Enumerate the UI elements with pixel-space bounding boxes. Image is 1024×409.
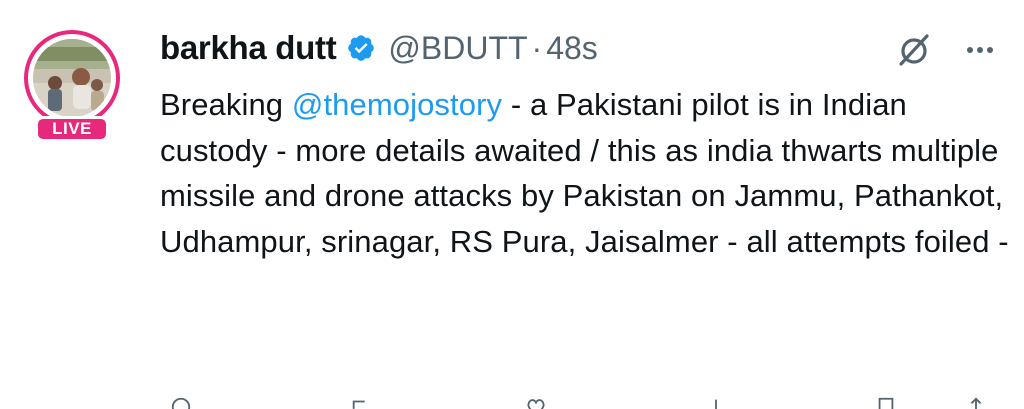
mention-link[interactable]: @themojostory [292, 87, 502, 122]
repost-icon[interactable] [350, 396, 372, 409]
tweet-header: barkha dutt @BDUTT · 48s [160, 26, 598, 70]
reply-icon[interactable] [170, 396, 192, 409]
views-icon[interactable] [705, 396, 727, 409]
timestamp[interactable]: 48s [546, 30, 598, 67]
action-bar [160, 396, 1010, 409]
tweet-card[interactable]: LIVE barkha dutt @BDUTT · 48s Breaking @… [0, 0, 1024, 409]
avatar-live[interactable]: LIVE [24, 30, 126, 142]
more-options-icon[interactable] [960, 30, 1000, 70]
avatar[interactable] [33, 39, 111, 117]
avatar-photo [33, 39, 111, 117]
display-name[interactable]: barkha dutt [160, 29, 337, 67]
like-icon[interactable] [525, 396, 547, 409]
share-icon[interactable] [965, 396, 987, 409]
tweet-text-prefix: Breaking [160, 87, 292, 122]
bookmark-icon[interactable] [875, 396, 897, 409]
dot-separator: · [531, 29, 543, 66]
live-badge: LIVE [35, 116, 109, 142]
handle[interactable]: @BDUTT [388, 30, 527, 67]
grok-icon[interactable] [894, 30, 934, 70]
tweet-text: Breaking @themojostory - a Pakistani pil… [160, 82, 1010, 264]
verified-badge-icon[interactable] [346, 33, 376, 63]
